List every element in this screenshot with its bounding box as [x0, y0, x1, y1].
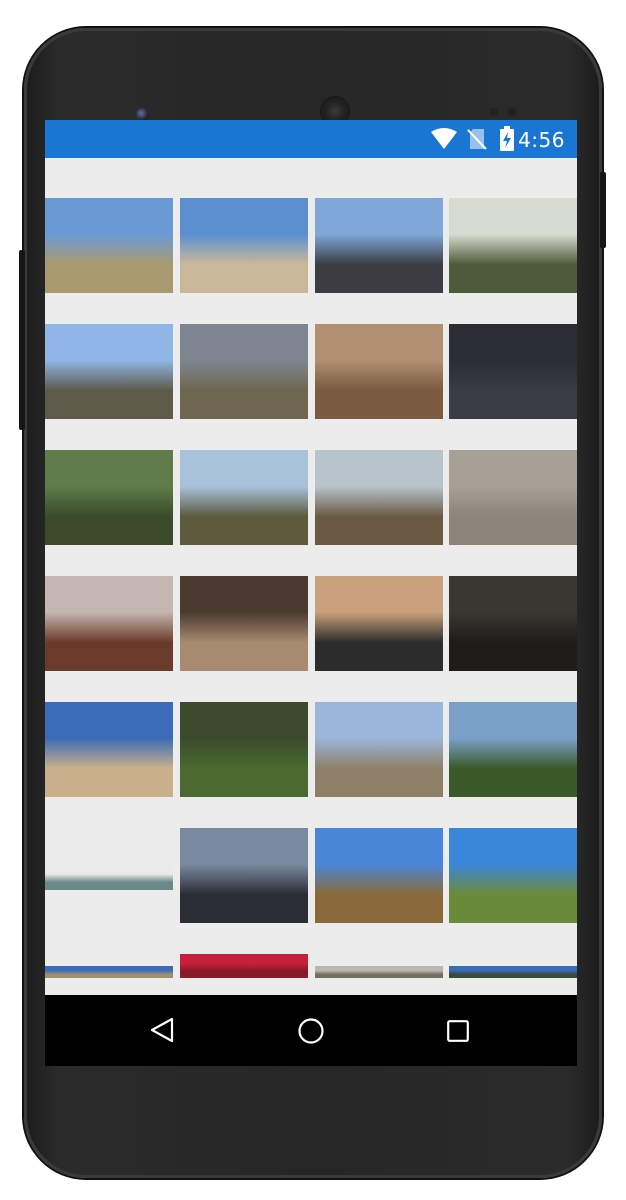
power-button[interactable]: [600, 172, 606, 248]
photo-grid[interactable]: [45, 158, 577, 995]
back-icon[interactable]: [149, 1017, 175, 1043]
no-sim-icon: [467, 129, 487, 150]
photo-metal-dinosaur[interactable]: [315, 828, 443, 923]
battery-charging-icon: [500, 126, 514, 151]
status-bar: 4:56: [45, 120, 577, 158]
photo-rocky-mountains[interactable]: [180, 450, 308, 545]
photo-bay-sunset[interactable]: [315, 576, 443, 671]
recent-apps-icon[interactable]: [447, 1020, 469, 1042]
photo-boulders-blue-sky[interactable]: [180, 198, 308, 293]
wifi-icon: [431, 128, 457, 149]
proximity-sensor: [490, 108, 498, 116]
photo-partial-2[interactable]: [180, 954, 308, 978]
photo-partial-4[interactable]: [449, 966, 577, 978]
photo-row: [45, 324, 577, 420]
photo-dark-interior[interactable]: [449, 576, 577, 671]
photo-white-village-street[interactable]: [45, 324, 173, 419]
photo-coast-sunset-cliff[interactable]: [45, 576, 173, 671]
photo-building-ceiling[interactable]: [180, 576, 308, 671]
photo-flower-rock[interactable]: [449, 702, 577, 797]
photo-ruins-in-jungle[interactable]: [45, 450, 173, 545]
volume-button[interactable]: [19, 250, 25, 430]
photo-row: [45, 450, 577, 546]
photo-row: [45, 954, 577, 995]
navigation-bar: [45, 995, 577, 1066]
photo-row: [45, 576, 577, 672]
photo-road-to-snowy-peak[interactable]: [315, 198, 443, 293]
photo-row: [45, 702, 577, 798]
photo-row: [45, 828, 577, 924]
photo-partial-3[interactable]: [315, 966, 443, 978]
status-time: 4:56: [518, 128, 565, 152]
photo-stone-carving-head[interactable]: [315, 324, 443, 419]
photo-pixel-invaders-wall[interactable]: [449, 324, 577, 419]
photo-canyon-creek[interactable]: [449, 198, 577, 293]
photo-city-skyline-dusk[interactable]: [180, 828, 308, 923]
screen: 4:56: [45, 120, 577, 1066]
photo-festival-tents[interactable]: [449, 828, 577, 923]
photo-sandstone-sky[interactable]: [45, 702, 173, 797]
photo-partial-1[interactable]: [45, 966, 173, 978]
photo-river-panorama[interactable]: [45, 864, 173, 890]
photo-row: [45, 198, 577, 294]
home-icon[interactable]: [297, 1017, 325, 1045]
photo-valley-overlook[interactable]: [315, 450, 443, 545]
light-sensor: [508, 108, 516, 116]
photo-carved-stone-relief[interactable]: [449, 450, 577, 545]
photo-city-skyline-day[interactable]: [315, 702, 443, 797]
photo-lake-cloudy-hills[interactable]: [180, 324, 308, 419]
photo-desert-trail-sign[interactable]: [45, 198, 173, 293]
photo-pink-flowers[interactable]: [180, 702, 308, 797]
